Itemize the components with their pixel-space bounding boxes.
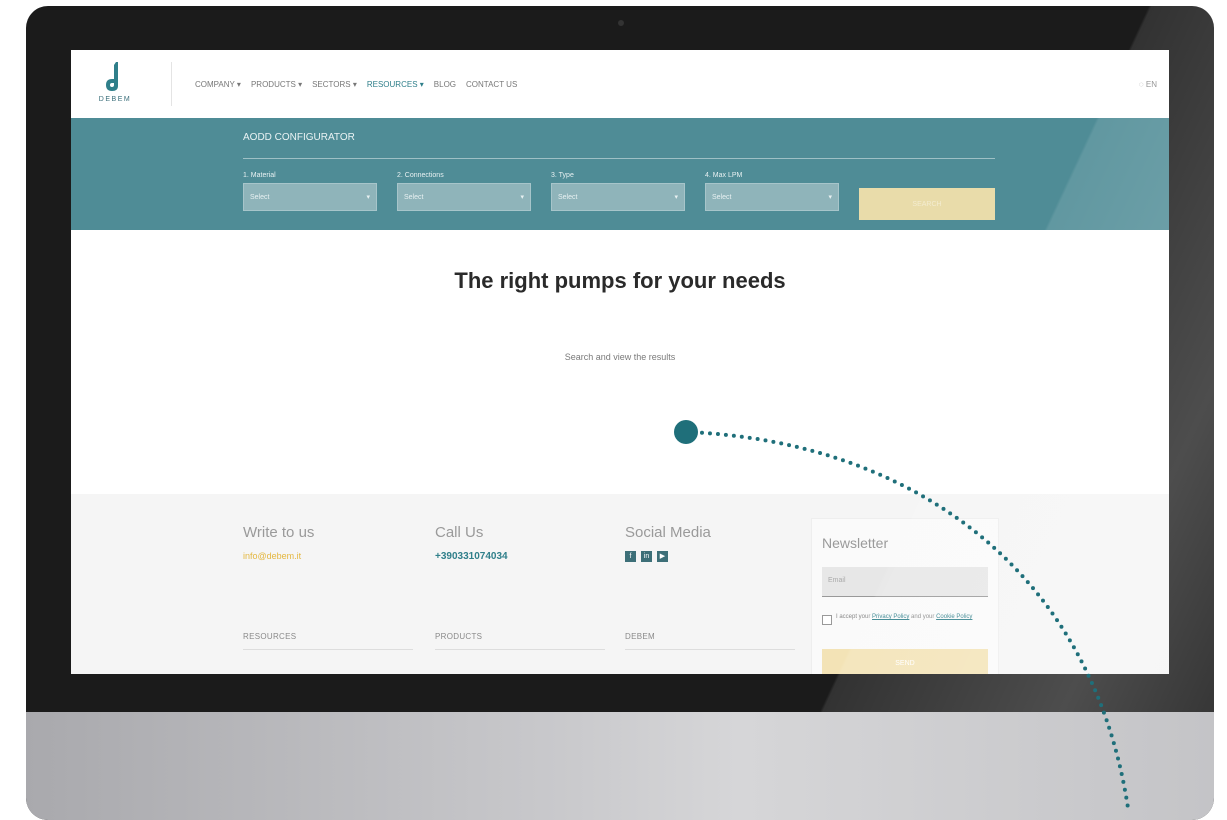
camera-dot	[618, 20, 624, 26]
call-heading: Call Us	[435, 524, 484, 541]
chevron-down-icon: ▾	[366, 194, 370, 201]
results-placeholder: Search and view the results	[564, 352, 676, 362]
max-lpm-value: Select	[712, 193, 732, 201]
menu-contact[interactable]: CONTACT US	[466, 80, 517, 89]
logo[interactable]: DEBEM	[83, 60, 147, 108]
connections-label: 2. Connections	[397, 172, 444, 179]
section-divider	[243, 649, 413, 650]
globe-icon: ◌	[1138, 80, 1144, 89]
section-products-label: PRODUCTS	[435, 632, 483, 641]
logo-wordmark: DEBEM	[98, 96, 132, 103]
consent-text: I accept your Privacy Policy and your Co…	[836, 613, 986, 622]
connections-value: Select	[404, 193, 424, 201]
type-value: Select	[558, 193, 578, 201]
consent-checkbox[interactable]	[822, 615, 832, 625]
section-resources-label: RESOURCES	[243, 632, 297, 641]
section-divider	[625, 649, 795, 650]
top-nav: DEBEM COMPANY ▾ PRODUCTS ▾ SECTORS ▾ RES…	[71, 50, 1169, 119]
consent-mid: and your	[911, 614, 935, 620]
material-value: Select	[250, 193, 270, 201]
newsletter-email-input[interactable]: Email	[822, 567, 988, 597]
linkedin-icon[interactable]: in	[641, 551, 652, 562]
configurator-divider	[243, 158, 995, 159]
configurator-title: AODD CONFIGURATOR	[243, 132, 355, 143]
social-heading: Social Media	[625, 524, 711, 541]
material-select[interactable]: Select ▾	[243, 183, 377, 211]
menu-company[interactable]: COMPANY ▾	[195, 80, 241, 89]
facebook-icon[interactable]: f	[625, 551, 636, 562]
configurator-bar: AODD CONFIGURATOR 1. Material Select ▾ 2…	[71, 118, 1169, 230]
social-icons: f in ▶	[625, 551, 711, 562]
phone-link[interactable]: +390331074034	[435, 551, 508, 562]
search-button[interactable]: SEARCH	[859, 188, 995, 220]
youtube-icon[interactable]: ▶	[657, 551, 668, 562]
material-label: 1. Material	[243, 172, 276, 179]
menu-products[interactable]: PRODUCTS ▾	[251, 80, 302, 89]
newsletter-heading: Newsletter	[822, 535, 889, 551]
page-title: The right pumps for your needs	[454, 268, 786, 293]
consent-prefix: I accept your	[836, 614, 871, 620]
section-divider	[435, 649, 605, 650]
max-lpm-select[interactable]: Select ▾	[705, 183, 839, 211]
type-select[interactable]: Select ▾	[551, 183, 685, 211]
main-menu: COMPANY ▾ PRODUCTS ▾ SECTORS ▾ RESOURCES…	[195, 80, 517, 89]
monitor-chin	[26, 712, 1214, 820]
chevron-down-icon: ▾	[828, 194, 832, 201]
write-to-us: Write to us info@debem.it	[243, 524, 314, 561]
max-lpm-label: 4. Max LPM	[705, 172, 743, 179]
connections-field: 2. Connections Select ▾	[397, 172, 531, 211]
connections-select[interactable]: Select ▾	[397, 183, 531, 211]
monitor-frame: DEBEM COMPANY ▾ PRODUCTS ▾ SECTORS ▾ RES…	[26, 6, 1214, 820]
footer: Write to us info@debem.it Call Us +39033…	[71, 494, 1169, 674]
email-link[interactable]: info@debem.it	[243, 551, 314, 561]
nav-divider	[171, 62, 172, 106]
type-label: 3. Type	[551, 172, 574, 179]
menu-sectors[interactable]: SECTORS ▾	[312, 80, 357, 89]
call-us: Call Us +390331074034	[435, 524, 508, 562]
menu-resources[interactable]: RESOURCES ▾	[367, 80, 424, 89]
chevron-down-icon: ▾	[674, 194, 678, 201]
language-switch[interactable]: ◌ EN	[1139, 80, 1157, 89]
chevron-down-icon: ▾	[520, 194, 524, 201]
language-label: EN	[1145, 80, 1157, 89]
footer-section-products: PRODUCTS	[435, 632, 605, 650]
max-lpm-field: 4. Max LPM Select ▾	[705, 172, 839, 211]
logo-mark-icon	[106, 62, 118, 91]
menu-blog[interactable]: BLOG	[434, 80, 456, 89]
social-media: Social Media f in ▶	[625, 524, 711, 562]
send-button[interactable]: SEND	[822, 649, 988, 674]
cookie-policy-link[interactable]: Cookie Policy	[936, 614, 972, 620]
material-field: 1. Material Select ▾	[243, 172, 377, 211]
screen: DEBEM COMPANY ▾ PRODUCTS ▾ SECTORS ▾ RES…	[71, 50, 1169, 674]
write-heading: Write to us	[243, 524, 315, 541]
footer-section-resources: RESOURCES	[243, 632, 413, 650]
section-debem-label: DEBEM	[625, 632, 655, 641]
privacy-policy-link[interactable]: Privacy Policy	[872, 614, 909, 620]
footer-section-debem: DEBEM	[625, 632, 795, 650]
type-field: 3. Type Select ▾	[551, 172, 685, 211]
newsletter-box: Newsletter Email I accept your Privacy P…	[811, 518, 999, 674]
